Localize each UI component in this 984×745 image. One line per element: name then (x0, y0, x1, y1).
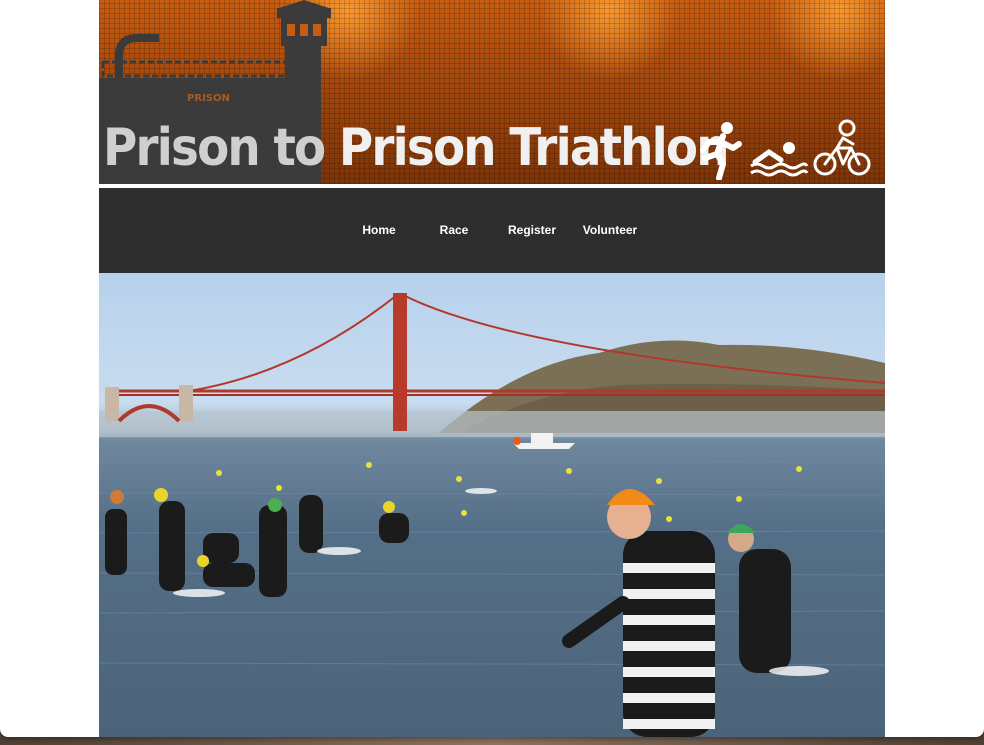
main-navigation: Home Race Register Volunteer (99, 188, 885, 273)
nav-register[interactable]: Register (497, 219, 567, 241)
tower-label: PRISON (187, 93, 230, 104)
hero-photo (99, 273, 885, 737)
site-title: Prison to Prison Triathlon (103, 118, 730, 178)
hero-photo-illustration (99, 293, 885, 737)
nav-race[interactable]: Race (424, 219, 484, 241)
page-card: PRISON Prison to Prison Triathlon Home R… (0, 0, 984, 737)
nav-home[interactable]: Home (349, 219, 409, 241)
site-title-part1: Prison to (103, 118, 339, 178)
bike-icon (813, 119, 871, 176)
site-title-part2: Prison Triathlon (338, 118, 730, 178)
header-banner: PRISON Prison to Prison Triathlon (99, 0, 885, 184)
nav-volunteer[interactable]: Volunteer (575, 219, 645, 241)
swim-icon (750, 142, 809, 177)
run-icon (700, 122, 742, 180)
